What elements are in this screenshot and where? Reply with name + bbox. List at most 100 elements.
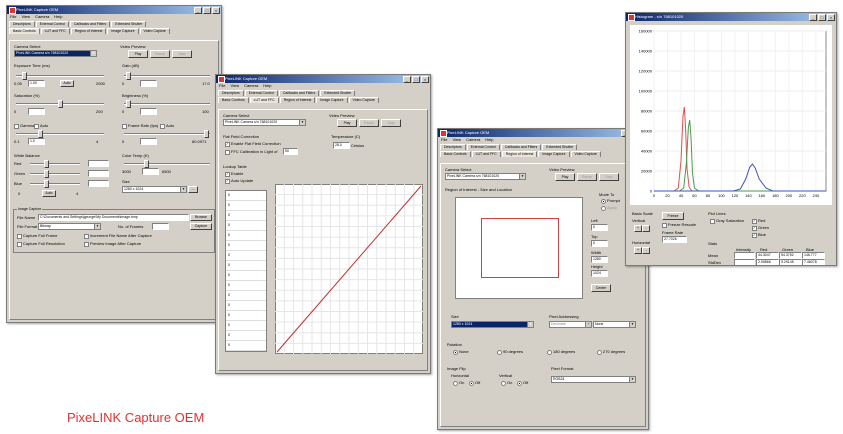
plot-red-checkbox[interactable] <box>752 219 757 224</box>
roi-rectangle[interactable] <box>481 218 559 278</box>
saturation-slider[interactable] <box>16 100 104 108</box>
color-temp-field[interactable] <box>142 168 159 175</box>
frame-rate-field[interactable] <box>140 138 157 145</box>
wb-red-thumb[interactable] <box>44 160 49 168</box>
horizontal-zoom-out-button[interactable]: - <box>642 247 650 254</box>
ffc-frames-field[interactable]: 50 <box>283 148 298 155</box>
tab-descriptors[interactable]: Descriptors <box>9 21 35 27</box>
tab-basic-controls[interactable]: Basic Controls <box>218 97 249 103</box>
tab-roi[interactable]: Region of Interest <box>501 151 538 157</box>
saturation-field[interactable] <box>28 108 45 115</box>
tab-basic-controls[interactable]: Basic Controls <box>440 151 471 157</box>
top-field[interactable]: 0 <box>591 240 608 247</box>
rotation-180-radio[interactable] <box>547 350 552 355</box>
increment-file-checkbox[interactable] <box>84 234 89 239</box>
tab-descriptors[interactable]: Descriptors <box>218 90 244 96</box>
mode-prompt-radio[interactable] <box>601 199 606 204</box>
menu-file[interactable]: File <box>441 137 447 143</box>
flip-h-off-radio[interactable] <box>469 381 474 386</box>
tab-callbacks[interactable]: Callbacks and Filters <box>278 90 320 96</box>
size-select[interactable]: 1280 x 1024 <box>122 186 187 193</box>
gain-slider-thumb[interactable] <box>126 72 131 80</box>
window-title-bar[interactable]: PixeLINK Capture OEM _□× <box>438 129 648 137</box>
file-format-select[interactable]: Bitmap <box>38 223 101 230</box>
preview-after-capture-checkbox[interactable] <box>84 242 89 247</box>
tab-external-control[interactable]: External Control <box>244 90 278 96</box>
menu-help[interactable]: Help <box>485 137 493 143</box>
tab-lut-ffc[interactable]: LUT and FFC <box>471 151 501 157</box>
pause-button[interactable]: Pause <box>359 119 379 127</box>
center-button[interactable]: Center <box>591 284 611 292</box>
lut-enable-checkbox[interactable] <box>225 172 230 177</box>
pause-button[interactable]: Pause <box>150 50 170 58</box>
color-temp-slider[interactable] <box>124 160 210 168</box>
freeze-rescale-checkbox[interactable] <box>662 223 667 228</box>
lut-row[interactable]: 0 <box>226 231 266 241</box>
lut-row[interactable]: 0 <box>226 291 266 301</box>
flip-v-on-radio[interactable] <box>501 381 506 386</box>
tab-descriptors[interactable]: Descriptors <box>440 144 466 150</box>
exposure-auto-button[interactable]: Auto <box>60 80 74 87</box>
lut-row[interactable]: 0 <box>226 191 266 201</box>
frame-rate-slider[interactable] <box>124 130 210 138</box>
menu-help[interactable]: Help <box>54 14 62 20</box>
capture-full-res-checkbox[interactable] <box>17 242 22 247</box>
minimize-icon[interactable]: _ <box>403 76 411 83</box>
menu-help[interactable]: Help <box>263 83 271 89</box>
minimize-icon[interactable]: _ <box>809 14 817 21</box>
lut-row[interactable]: 0 <box>226 261 266 271</box>
color-temp-thumb[interactable] <box>144 160 149 168</box>
lut-row[interactable]: 0 <box>226 341 266 351</box>
frames-field[interactable] <box>152 223 169 230</box>
rotation-270-radio[interactable] <box>597 350 602 355</box>
brightness-slider-thumb[interactable] <box>126 100 131 108</box>
lut-row[interactable]: 0 <box>226 321 266 331</box>
capture-button[interactable]: Capture <box>190 223 212 230</box>
gain-slider[interactable] <box>124 72 210 80</box>
gamma-auto-checkbox[interactable] <box>34 124 39 129</box>
enable-ffc-checkbox[interactable] <box>225 142 230 147</box>
exposure-slider[interactable] <box>16 72 104 80</box>
camera-select[interactable]: PixeLINK Camera s/n 768101020 <box>445 173 526 180</box>
saturation-slider-thumb[interactable] <box>58 100 63 108</box>
tab-image-capture[interactable]: Image Capture <box>316 97 348 103</box>
exposure-field[interactable]: 1.00 <box>28 80 45 87</box>
close-icon[interactable]: × <box>421 76 429 83</box>
tab-lut-ffc[interactable]: LUT and FFC <box>40 28 70 34</box>
tab-callbacks[interactable]: Callbacks and Filters <box>69 21 111 27</box>
menu-view[interactable]: View <box>21 14 30 20</box>
play-button[interactable]: Play <box>555 173 575 181</box>
browse-button[interactable]: Browse <box>190 214 212 221</box>
tab-image-capture[interactable]: Image Capture <box>538 151 570 157</box>
menu-file[interactable]: File <box>219 83 225 89</box>
height-field[interactable]: 1024 <box>591 270 608 277</box>
lut-row[interactable]: 0 <box>226 271 266 281</box>
window-title-bar[interactable]: PixeLINK Capture OEM _□× <box>7 6 221 14</box>
lut-curve-plot[interactable] <box>275 184 423 354</box>
lut-auto-update-checkbox[interactable] <box>225 179 230 184</box>
stop-button[interactable]: Stop <box>172 50 192 58</box>
exposure-slider-thumb[interactable] <box>22 72 27 80</box>
frame-rate-slider-thumb[interactable] <box>204 130 209 138</box>
gain-field[interactable] <box>140 80 157 87</box>
vertical-zoom-in-button[interactable]: + <box>634 225 642 232</box>
tab-callbacks[interactable]: Callbacks and Filters <box>500 144 542 150</box>
tab-extended-shutter[interactable]: Extended Shutter <box>320 90 356 96</box>
tab-video-capture[interactable]: Video Capture <box>570 151 601 157</box>
brightness-slider[interactable] <box>124 100 210 108</box>
stop-button[interactable]: Stop <box>599 173 619 181</box>
wb-red-slider[interactable] <box>30 160 80 168</box>
stop-button[interactable]: Stop <box>381 119 401 127</box>
window-title-bar[interactable]: Histogram - s/n 768101020 _ □ × <box>626 13 836 21</box>
tab-extended-shutter[interactable]: Extended Shutter <box>542 144 578 150</box>
wb-green-thumb[interactable] <box>44 170 49 178</box>
tab-roi[interactable]: Region of Interest <box>70 28 107 34</box>
menu-camera[interactable]: Camera <box>466 137 480 143</box>
rotation-90-radio[interactable] <box>497 350 502 355</box>
histogram-chart[interactable]: 160000 140000 120000 100000 80000 60000 40000 2… <box>630 25 832 205</box>
size-select[interactable]: 1280 x 1024 <box>451 321 534 328</box>
gamma-field[interactable]: 1.0 <box>28 138 45 145</box>
close-icon[interactable]: × <box>827 14 835 21</box>
camera-select[interactable]: PixeLINK Camera s/n 768101020 <box>14 50 97 57</box>
pixel-addressing-select[interactable]: Decimate <box>549 321 592 328</box>
